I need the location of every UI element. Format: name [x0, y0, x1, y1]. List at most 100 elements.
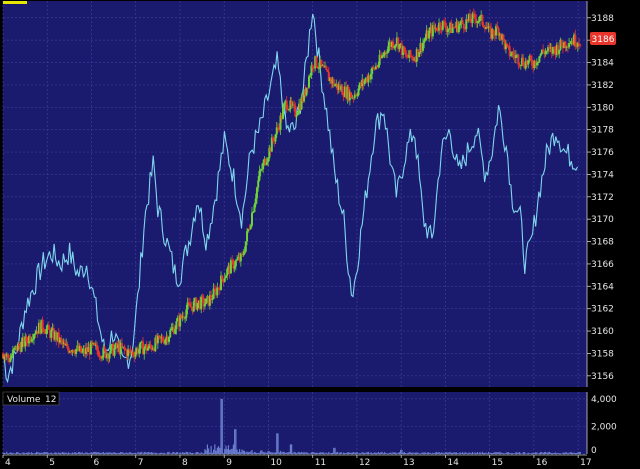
candle-body — [81, 351, 84, 353]
volume-bar — [312, 451, 314, 454]
price-tick-label: 3158 — [591, 349, 614, 359]
volume-bar — [369, 453, 371, 454]
volume-bar — [401, 449, 403, 454]
volume-bar — [120, 451, 122, 454]
x-tick-label: 7 — [138, 458, 144, 468]
volume-bar — [547, 451, 549, 454]
volume-bar — [350, 452, 352, 454]
volume-bar — [383, 452, 386, 454]
volume-bar — [154, 452, 156, 454]
volume-bar — [182, 452, 184, 454]
volume-bar — [64, 452, 66, 454]
volume-bar — [40, 452, 43, 454]
volume-bar — [42, 452, 44, 454]
candle-body — [170, 328, 173, 331]
candle-body — [307, 76, 310, 88]
volume-bar — [431, 453, 433, 454]
volume-bar — [552, 453, 554, 454]
volume-bar — [412, 452, 414, 454]
x-tick-label: 8 — [182, 458, 188, 468]
volume-bar — [210, 446, 212, 454]
volume-bar — [152, 452, 154, 454]
candle-body — [356, 95, 359, 97]
candle-body — [265, 162, 268, 165]
candle-body — [253, 204, 256, 212]
volume-bar — [563, 452, 565, 454]
volume-bar — [294, 452, 296, 454]
volume-bar — [434, 452, 436, 454]
candle-body — [295, 115, 298, 117]
candle-body — [317, 67, 320, 69]
volume-bar — [522, 452, 524, 454]
candle-body — [325, 66, 328, 70]
volume-bar — [204, 449, 206, 454]
volume-bar — [468, 452, 470, 454]
volume-bar — [226, 449, 228, 454]
volume-bar — [344, 453, 346, 454]
volume-bar — [391, 453, 393, 454]
volume-bar — [329, 453, 331, 454]
candle-body — [132, 352, 135, 356]
price-tick-label: 3166 — [591, 260, 614, 270]
volume-bar — [476, 452, 479, 454]
candle-body — [306, 87, 309, 89]
volume-bar — [320, 452, 322, 454]
volume-bar — [160, 452, 163, 454]
candle-body — [537, 61, 540, 63]
volume-bar — [386, 453, 388, 454]
volume-bar — [48, 453, 50, 454]
volume-bar — [200, 452, 202, 454]
volume-bar — [367, 451, 370, 454]
volume-bar — [271, 452, 273, 454]
price-tick-label: 3168 — [591, 238, 614, 248]
volume-bar — [258, 452, 261, 454]
volume-bar — [85, 452, 87, 454]
volume-bar — [548, 451, 550, 454]
candle-body — [569, 43, 572, 45]
volume-bar — [63, 452, 65, 454]
volume-bar — [183, 452, 185, 454]
volume-bar — [388, 452, 391, 454]
volume-bar — [53, 453, 55, 454]
candle-body — [201, 296, 204, 298]
volume-bar — [28, 452, 30, 454]
volume-bar — [292, 453, 294, 454]
volume-bar — [380, 452, 382, 454]
candle-body — [459, 23, 462, 26]
candle-body — [492, 29, 495, 35]
candle-body — [169, 330, 172, 338]
volume-bar — [317, 452, 319, 454]
volume-bar — [518, 452, 521, 454]
volume-bar — [528, 453, 531, 454]
candle-body — [398, 44, 401, 50]
volume-bar — [397, 452, 399, 454]
volume-bar — [407, 452, 409, 454]
volume-bar — [91, 452, 93, 454]
candle-body — [332, 79, 335, 87]
x-tick-label: 16 — [536, 458, 548, 468]
volume-bar — [35, 451, 38, 454]
volume-bar — [60, 452, 62, 454]
candle-body — [444, 21, 447, 28]
candle-body — [127, 349, 130, 357]
volume-bar — [54, 452, 56, 454]
candle-body — [262, 162, 265, 170]
volume-bar — [426, 453, 428, 454]
volume-bar — [485, 452, 487, 454]
candle-body — [223, 277, 226, 282]
volume-bar — [543, 451, 545, 454]
x-tick-label: 12 — [359, 458, 370, 468]
volume-bar — [448, 452, 450, 454]
volume-bar — [427, 452, 429, 454]
volume-bar — [128, 452, 130, 454]
volume-bar — [516, 452, 518, 454]
candle-body — [578, 43, 581, 45]
volume-bar — [191, 452, 194, 454]
volume-bar — [196, 451, 199, 454]
volume-bar — [416, 452, 418, 454]
volume-bar — [241, 449, 243, 454]
candle-body — [535, 62, 538, 66]
volume-bar — [237, 451, 239, 454]
candle-body — [175, 321, 178, 330]
volume-bar — [531, 452, 533, 454]
